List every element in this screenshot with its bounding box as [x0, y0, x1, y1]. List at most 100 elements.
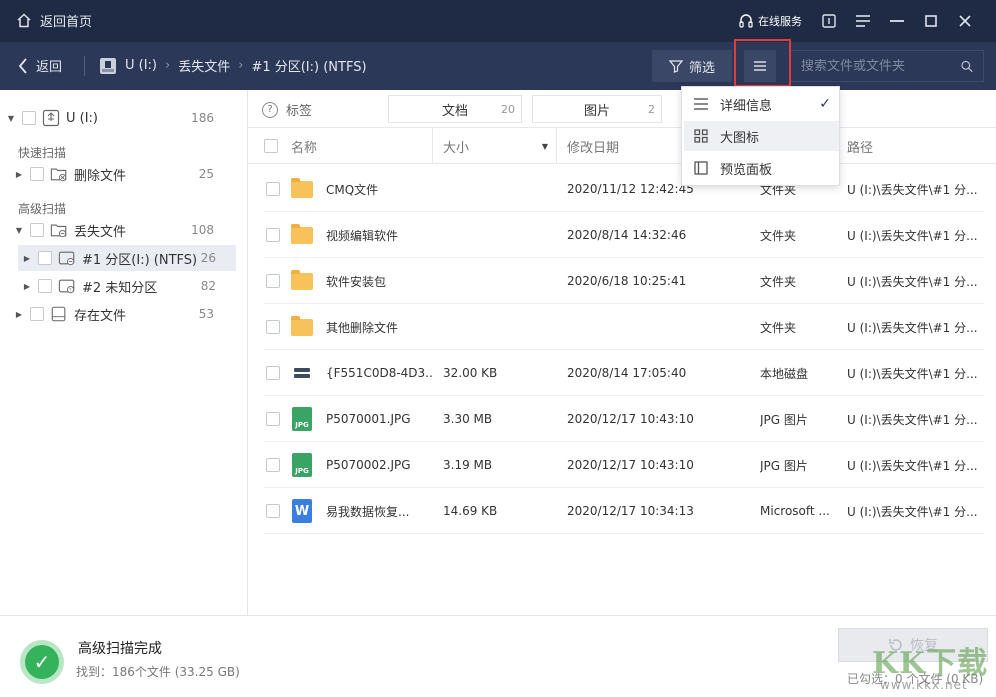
tree-item-label: #1 分区(I:) (NTFS)	[82, 252, 198, 268]
table-row[interactable]: 软件安装包 2020/6/18 10:25:41 文件夹 U (I:)\丢失文件\#1…	[264, 258, 984, 304]
file-name: 其他删除文件	[326, 320, 399, 335]
expand-arrow-icon[interactable]: ▶	[14, 310, 24, 319]
expand-arrow-icon[interactable]: ▼	[14, 226, 24, 235]
file-modified-date	[567, 304, 747, 350]
file-name: 易我数据恢复...	[326, 504, 410, 519]
table-row[interactable]: 视频编辑软件 2020/8/14 14:32:46 文件夹 U (I:)\丢失文件\#…	[264, 212, 984, 258]
column-header-size-label: 大小	[443, 140, 470, 156]
breadcrumb: U (I:) › 丢失文件 › #1 分区(I:) (NTFS)	[99, 56, 367, 75]
tree-item-label: U (I:)	[66, 110, 99, 126]
table-row[interactable]: W 易我数据恢复... 14.69 KB 2020/12/17 10:34:13 Mic…	[264, 488, 984, 534]
view-menu-item-label: 预览面板	[720, 162, 773, 178]
row-checkbox[interactable]	[266, 504, 280, 518]
grid-view-icon	[694, 129, 708, 143]
expand-arrow-icon[interactable]: ▶	[22, 282, 32, 291]
home-button[interactable]: 返回首页	[16, 11, 92, 30]
tree-item-partition-2[interactable]: ▶ ? #2 未知分区 82	[18, 273, 236, 299]
view-menu-item-preview-pane[interactable]: 预览面板	[684, 153, 839, 183]
file-type: Microsoft ...	[760, 504, 830, 518]
view-menu-item-details[interactable]: 详细信息 ✓	[684, 89, 839, 119]
sidebar: ▼ U (I:) 186 快速扫描 ▶ 删除文件 25 高级扫描 ▼ 丢失文件 …	[0, 90, 248, 615]
table-row[interactable]: {F551C0D8-4D3... 32.00 KB 2020/8/14 17:05:…	[264, 350, 984, 396]
folder-icon	[289, 166, 315, 212]
deleted-folder-icon	[50, 165, 68, 183]
table-row[interactable]: CMQ文件 2020/11/12 12:42:45 文件夹 U (I:)\丢失文件\#…	[264, 166, 984, 212]
checkbox[interactable]	[38, 279, 52, 293]
tag-chip-documents[interactable]: 文档 20	[388, 95, 522, 123]
row-checkbox[interactable]	[266, 274, 280, 288]
back-button[interactable]: 返回	[18, 56, 62, 75]
search-input[interactable]	[801, 58, 961, 74]
column-header-path[interactable]: 路径	[836, 128, 996, 164]
tree-item-lost-files[interactable]: ▼ 丢失文件 108	[0, 217, 236, 243]
file-modified-date: 2020/12/17 10:43:10	[567, 458, 694, 472]
disk-icon	[289, 350, 315, 396]
select-all-checkbox[interactable]	[264, 128, 278, 164]
chevron-left-icon	[18, 57, 27, 74]
tag-chip-pictures[interactable]: 图片 2	[532, 95, 662, 123]
row-checkbox[interactable]	[266, 320, 280, 334]
tree-item-count: 108	[191, 223, 214, 237]
row-checkbox[interactable]	[266, 458, 280, 472]
breadcrumb-item-drive[interactable]: U (I:)	[125, 58, 157, 73]
breadcrumb-item-lost-files[interactable]: 丢失文件	[178, 56, 230, 75]
tree-item-drive[interactable]: ▼ U (I:) 186	[0, 105, 236, 131]
drive-icon	[50, 305, 68, 323]
maximize-button[interactable]	[914, 0, 948, 42]
checkbox[interactable]	[30, 223, 44, 237]
checkbox[interactable]	[22, 111, 36, 125]
file-type: 本地磁盘	[760, 366, 809, 381]
file-size: 3.19 MB	[443, 458, 493, 472]
checkbox[interactable]	[30, 167, 44, 181]
expand-arrow-icon[interactable]: ▶	[22, 254, 32, 263]
scan-complete-title: 高级扫描完成	[78, 641, 162, 657]
column-header-size[interactable]: 大小 ▼	[432, 128, 556, 164]
usb-drive-icon	[100, 57, 116, 74]
view-button-highlight	[734, 39, 791, 87]
row-checkbox[interactable]	[266, 182, 280, 196]
filter-button[interactable]: 筛选	[652, 50, 732, 82]
menu-button[interactable]	[846, 0, 880, 42]
row-checkbox[interactable]	[266, 228, 280, 242]
help-icon[interactable]: ?	[262, 101, 278, 118]
minimize-button[interactable]	[880, 0, 914, 42]
expand-arrow-icon[interactable]: ▶	[14, 170, 24, 179]
checkbox[interactable]	[38, 251, 52, 265]
headset-icon	[739, 14, 753, 28]
jpg-icon: JPG	[289, 442, 315, 488]
search-box	[790, 50, 984, 82]
sort-desc-icon: ▼	[541, 141, 548, 151]
checkbox[interactable]	[30, 307, 44, 321]
breadcrumb-item-partition[interactable]: #1 分区(I:) (NTFS)	[251, 56, 366, 75]
view-menu-item-large-icons[interactable]: 大图标	[684, 121, 839, 151]
table-row[interactable]: 其他删除文件 文件夹 U (I:)\丢失文件\#1 分...	[264, 304, 984, 350]
table-row[interactable]: JPG P5070001.JPG 3.30 MB 2020/12/17 10:43:1…	[264, 396, 984, 442]
tree-item-count: 186	[191, 111, 214, 125]
tree-item-count: 82	[200, 279, 216, 293]
tag-chip-label: 文档	[441, 103, 468, 119]
filter-icon	[668, 60, 683, 73]
row-checkbox[interactable]	[266, 366, 280, 380]
file-table-header: 名称 大小 ▼ 修改日期 路径	[248, 128, 996, 164]
file-modified-date: 2020/8/14 17:05:40	[567, 366, 687, 380]
file-size	[443, 258, 553, 304]
table-row[interactable]: JPG P5070002.JPG 3.19 MB 2020/12/17 10:43:1…	[264, 442, 984, 488]
feedback-button[interactable]	[812, 0, 846, 42]
search-icon[interactable]	[961, 59, 973, 74]
home-label: 返回首页	[40, 15, 93, 30]
file-name: P5070002.JPG	[326, 458, 411, 472]
row-checkbox[interactable]	[266, 412, 280, 426]
file-type: JPG 图片	[760, 412, 808, 427]
online-service-button[interactable]: 在线服务	[738, 13, 802, 29]
close-icon	[959, 15, 971, 27]
advanced-scan-heading: 高级扫描	[18, 202, 67, 216]
tree-item-deleted-files[interactable]: ▶ 删除文件 25	[0, 161, 236, 187]
column-header-name[interactable]: 名称	[291, 128, 431, 164]
tree-item-partition-1[interactable]: ▶ #1 分区(I:) (NTFS) 26	[18, 245, 236, 271]
expand-arrow-icon[interactable]: ▼	[6, 114, 16, 123]
tree-item-existing-files[interactable]: ▶ 存在文件 53	[0, 301, 236, 327]
close-button[interactable]	[948, 0, 982, 42]
file-path: U (I:)\丢失文件\#1 分...	[847, 274, 978, 289]
online-service-label: 在线服务	[758, 15, 802, 28]
file-path: U (I:)\丢失文件\#1 分...	[847, 320, 978, 335]
